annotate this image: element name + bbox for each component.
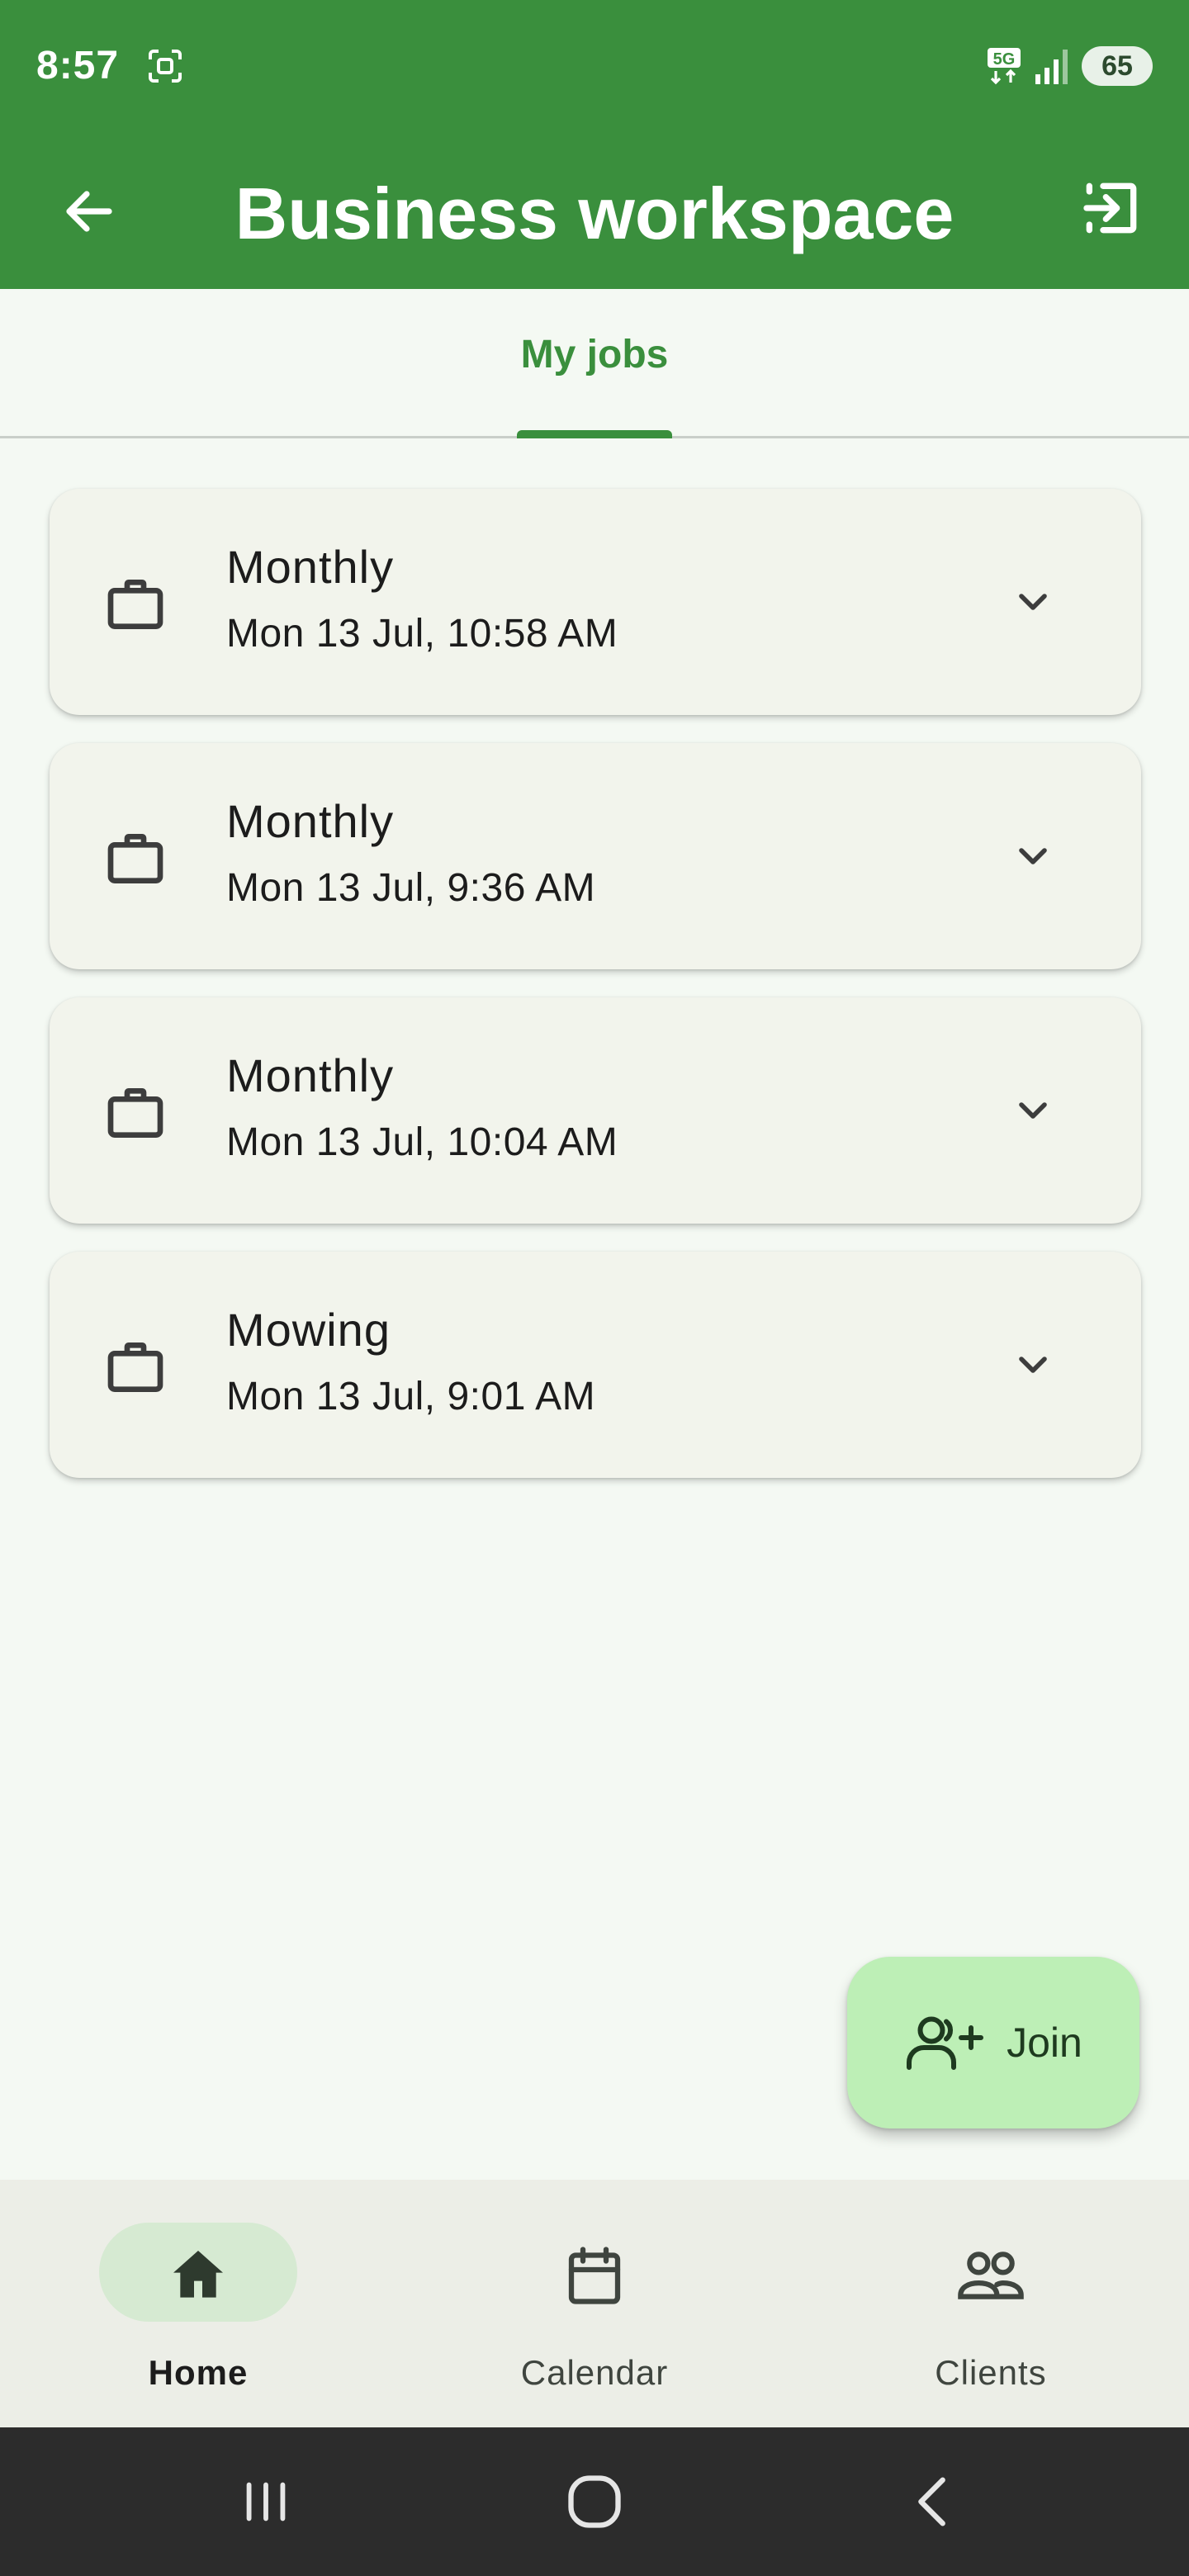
job-list: Monthly Mon 13 Jul, 10:58 AM Monthly Mon… <box>50 489 1141 1506</box>
join-button[interactable]: Join <box>847 1957 1139 2129</box>
expand-button[interactable] <box>1004 827 1062 885</box>
recents-button[interactable] <box>225 2460 307 2543</box>
tab-label: My jobs <box>520 333 669 376</box>
nav-label: Clients <box>935 2353 1047 2392</box>
join-label: Join <box>1007 2020 1082 2066</box>
screenshot-icon <box>149 50 182 83</box>
nav-label: Calendar <box>520 2353 669 2392</box>
back-chevron-icon <box>918 2477 945 2526</box>
status-time: 8:57 <box>36 44 120 88</box>
person-add-icon <box>907 2016 984 2070</box>
nav-item-clients[interactable]: Clients <box>793 2180 1189 2427</box>
page-title: Business workspace <box>234 173 955 254</box>
job-title: Monthly <box>226 1049 395 1101</box>
exit-to-app-icon <box>1083 182 1137 234</box>
job-card[interactable]: Monthly Mon 13 Jul, 10:58 AM <box>50 489 1141 715</box>
job-date: Mon 13 Jul, 9:01 AM <box>226 1375 596 1418</box>
app-bar: Business workspace <box>0 137 1189 289</box>
calendar-icon <box>558 2239 631 2312</box>
chevron-down-icon <box>1019 1357 1047 1373</box>
status-icons: 5G 65 <box>986 43 1153 89</box>
job-card[interactable]: Monthly Mon 13 Jul, 9:36 AM <box>50 743 1141 969</box>
network-label: 5G <box>993 50 1016 69</box>
briefcase-icon <box>107 1088 163 1138</box>
expand-button[interactable] <box>1004 1082 1062 1139</box>
job-date: Mon 13 Jul, 10:04 AM <box>226 1120 618 1164</box>
status-bar: 8:57 5G 65 <box>0 0 1189 137</box>
home-circle-icon <box>568 2475 621 2528</box>
briefcase-icon <box>107 1342 163 1392</box>
recents-icon <box>246 2482 286 2522</box>
system-home-button[interactable] <box>553 2460 636 2543</box>
job-date: Mon 13 Jul, 9:36 AM <box>226 866 596 910</box>
briefcase-icon <box>107 580 163 629</box>
job-title: Monthly <box>226 795 395 847</box>
tab-indicator <box>517 430 672 438</box>
briefcase-icon <box>107 834 163 883</box>
nav-item-calendar[interactable]: Calendar <box>396 2180 793 2427</box>
home-icon <box>162 2239 234 2312</box>
tab-bar: My jobs <box>0 289 1189 438</box>
5g-icon: 5G <box>988 48 1021 85</box>
chevron-down-icon <box>1019 848 1047 864</box>
battery-icon: 65 <box>1082 46 1153 86</box>
people-icon <box>955 2239 1027 2312</box>
nav-label: Home <box>148 2353 249 2392</box>
signal-icon <box>1035 50 1068 84</box>
system-back-button[interactable] <box>892 2460 974 2543</box>
job-date: Mon 13 Jul, 10:58 AM <box>226 612 618 656</box>
chevron-down-icon <box>1019 1102 1047 1119</box>
chevron-down-icon <box>1019 594 1047 610</box>
job-card[interactable]: Monthly Mon 13 Jul, 10:04 AM <box>50 997 1141 1224</box>
exit-button[interactable] <box>1070 167 1153 249</box>
job-title: Monthly <box>226 541 395 593</box>
expand-button[interactable] <box>1004 573 1062 631</box>
tab-my-jobs[interactable]: My jobs <box>0 289 1189 438</box>
bottom-navigation: Home Calendar Clients <box>0 2180 1189 2427</box>
system-navigation-bar <box>0 2427 1189 2576</box>
nav-item-home[interactable]: Home <box>0 2180 396 2427</box>
job-card[interactable]: Mowing Mon 13 Jul, 9:01 AM <box>50 1252 1141 1478</box>
expand-button[interactable] <box>1004 1336 1062 1394</box>
job-title: Mowing <box>226 1304 391 1356</box>
